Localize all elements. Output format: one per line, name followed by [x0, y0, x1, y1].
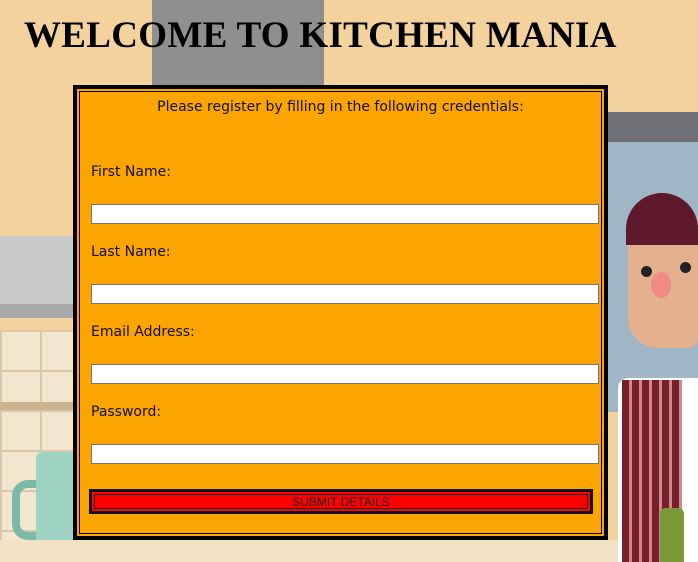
first-name-input[interactable]	[91, 204, 599, 224]
background-chef-nose	[651, 272, 671, 298]
first-name-label: First Name:	[91, 164, 171, 180]
background-counter	[0, 540, 698, 562]
page-title: WELCOME TO KITCHEN MANIA	[24, 15, 617, 56]
last-name-input[interactable]	[91, 284, 599, 304]
submit-details-button[interactable]: SUBMIT DETAILS	[89, 489, 593, 514]
background-window-frame	[600, 112, 698, 142]
background-shelf	[0, 402, 80, 410]
background-chef-eye	[680, 262, 691, 273]
email-address-label: Email Address:	[91, 324, 195, 340]
password-input[interactable]	[91, 444, 599, 464]
background-chef-eye	[641, 266, 652, 277]
background-bottle	[660, 508, 684, 562]
email-address-input[interactable]	[91, 364, 599, 384]
password-label: Password:	[91, 404, 162, 420]
registration-form-body: Please register by filling in the follow…	[75, 87, 606, 538]
registration-form: Please register by filling in the follow…	[73, 85, 608, 540]
form-intro-text: Please register by filling in the follow…	[157, 99, 524, 115]
last-name-label: Last Name:	[91, 244, 171, 260]
